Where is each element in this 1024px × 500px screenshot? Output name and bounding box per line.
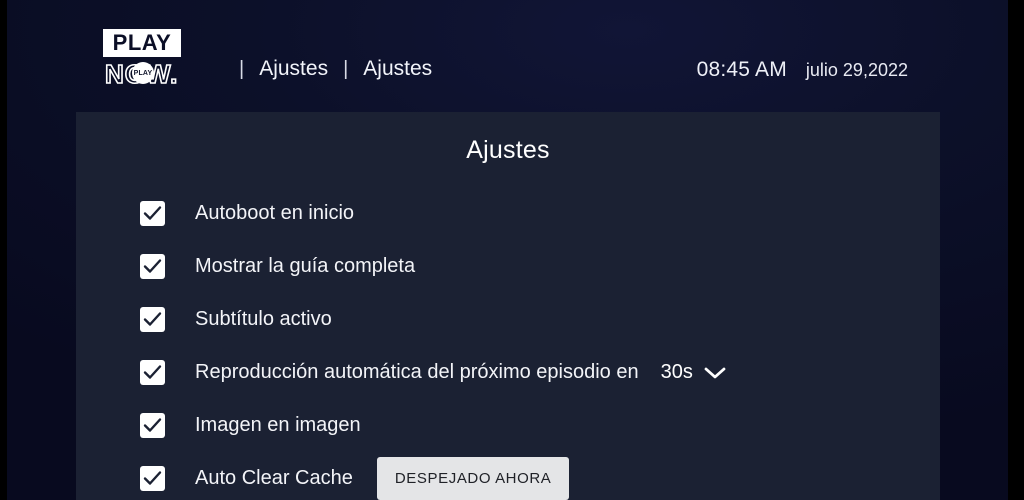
- breadcrumb-separator-1: |: [239, 57, 245, 80]
- playnow-logo: PLAY NOW. PLAY: [103, 29, 185, 95]
- setting-row-autoplay-next[interactable]: Reproducción automática del próximo epis…: [140, 346, 940, 399]
- checkbox-icon[interactable]: [140, 307, 165, 332]
- logo-badge-icon: PLAY: [132, 62, 154, 84]
- clock-time: 08:45 AM: [696, 58, 787, 81]
- checkmark-icon: [143, 418, 162, 432]
- checkmark-icon: [143, 259, 162, 273]
- setting-label: Reproducción automática del próximo epis…: [195, 361, 639, 383]
- app-surface: PLAY NOW. PLAY | Ajustes | Ajustes 08:45…: [7, 0, 1008, 500]
- app-header: PLAY NOW. PLAY | Ajustes | Ajustes 08:45…: [7, 0, 1008, 112]
- header-clock: 08:45 AM julio 29,2022: [697, 58, 908, 82]
- setting-row-full-guide[interactable]: Mostrar la guía completa: [140, 240, 940, 293]
- breadcrumb-separator-2: |: [343, 57, 349, 80]
- checkmark-icon: [143, 365, 162, 379]
- checkmark-icon: [143, 206, 162, 220]
- setting-label: Auto Clear Cache: [195, 467, 353, 489]
- settings-list: Autoboot en inicio Mostrar la guía compl…: [76, 187, 940, 500]
- checkbox-icon[interactable]: [140, 413, 165, 438]
- breadcrumb-item-0[interactable]: Ajustes: [259, 57, 328, 81]
- setting-row-auto-clear-cache[interactable]: Auto Clear Cache DESPEJADO AHORA: [140, 452, 940, 500]
- chevron-down-icon: [704, 367, 726, 378]
- autoplay-delay-value: 30s: [660, 361, 693, 383]
- setting-row-subtitles[interactable]: Subtítulo activo: [140, 293, 940, 346]
- page-title: Ajustes: [466, 136, 550, 164]
- settings-panel: Ajustes Autoboot en inicio Mostrar la gu…: [76, 112, 940, 500]
- setting-row-picture-in-picture[interactable]: Imagen en imagen: [140, 399, 940, 452]
- breadcrumb: | Ajustes | Ajustes: [239, 57, 432, 81]
- clear-cache-now-button[interactable]: DESPEJADO AHORA: [376, 457, 570, 500]
- setting-row-autoboot[interactable]: Autoboot en inicio: [140, 187, 940, 240]
- checkbox-icon[interactable]: [140, 360, 165, 385]
- checkbox-icon[interactable]: [140, 466, 165, 491]
- tv-app-screen: PLAY NOW. PLAY | Ajustes | Ajustes 08:45…: [0, 0, 1024, 500]
- setting-label: Mostrar la guía completa: [195, 255, 416, 277]
- breadcrumb-item-1[interactable]: Ajustes: [363, 57, 432, 81]
- setting-label: Autoboot en inicio: [195, 202, 355, 224]
- setting-label: Imagen en imagen: [195, 414, 361, 436]
- setting-label: Subtítulo activo: [195, 308, 332, 330]
- checkbox-icon[interactable]: [140, 254, 165, 279]
- checkbox-icon[interactable]: [140, 201, 165, 226]
- autoplay-delay-dropdown[interactable]: 30s: [661, 361, 726, 384]
- logo-play-text: PLAY: [103, 29, 181, 57]
- checkmark-icon: [143, 312, 162, 326]
- logo-badge-text: PLAY: [133, 69, 153, 77]
- checkmark-icon: [143, 471, 162, 485]
- clock-date: julio 29,2022: [805, 60, 908, 80]
